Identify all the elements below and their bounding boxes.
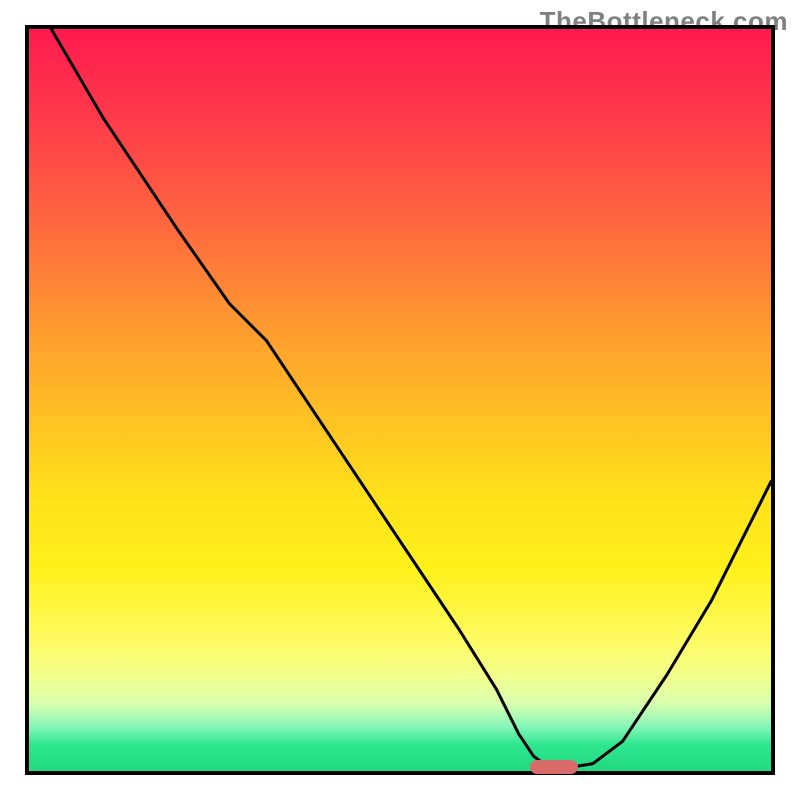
optimum-marker <box>530 760 578 774</box>
chart-container: TheBottleneck.com <box>0 0 800 800</box>
plot-area <box>25 25 775 775</box>
bottleneck-curve-line <box>51 29 771 767</box>
curve-svg <box>29 29 771 771</box>
